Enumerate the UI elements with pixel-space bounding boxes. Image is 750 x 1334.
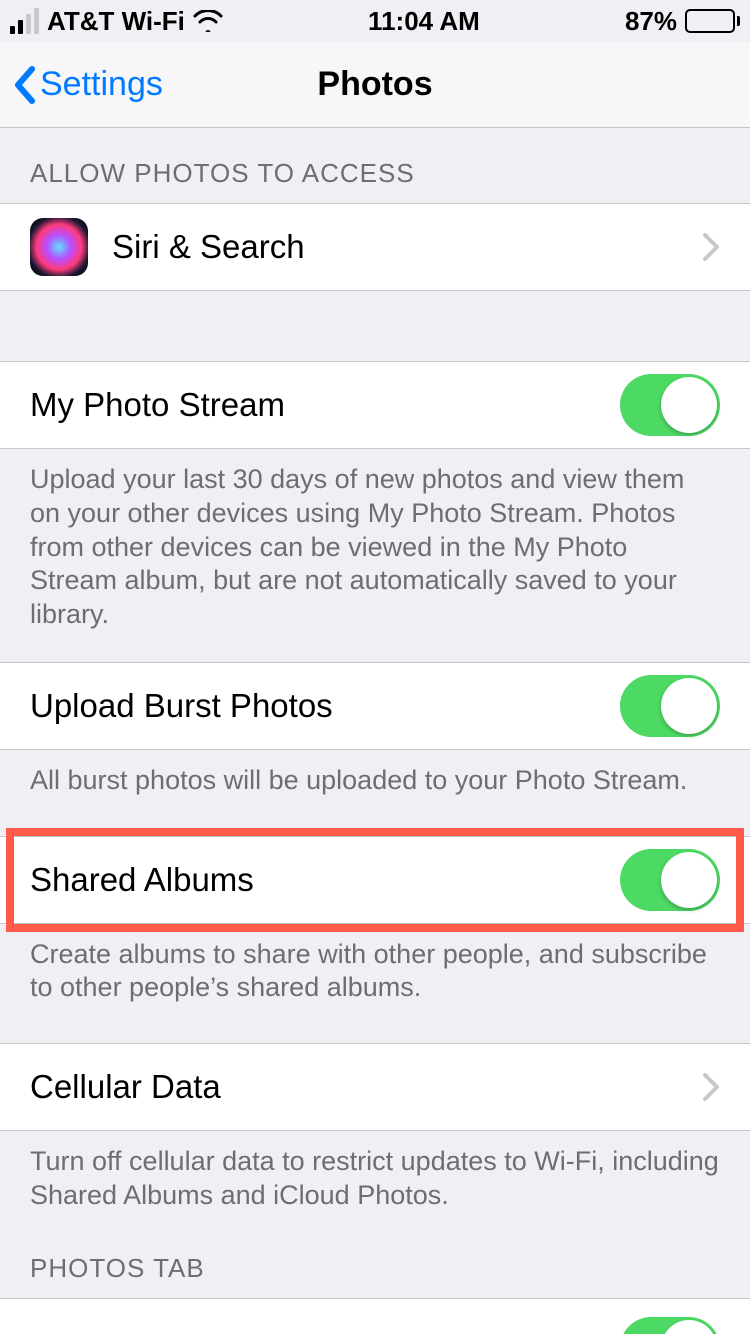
my-photo-stream-row: My Photo Stream: [0, 361, 750, 449]
siri-icon: [30, 218, 88, 276]
status-time: 11:04 AM: [368, 6, 480, 37]
cellular-data-row[interactable]: Cellular Data: [0, 1043, 750, 1131]
upload-burst-row: Upload Burst Photos: [0, 662, 750, 750]
cellular-data-footer: Turn off cellular data to restrict updat…: [0, 1131, 750, 1243]
next-row-peek: [0, 1298, 750, 1334]
back-label: Settings: [40, 65, 163, 104]
section-header-photos-tab: PHOTOS TAB: [0, 1243, 750, 1298]
battery-pct-label: 87%: [625, 6, 677, 37]
my-photo-stream-footer: Upload your last 30 days of new photos a…: [0, 449, 750, 662]
upload-burst-label: Upload Burst Photos: [30, 687, 596, 725]
siri-search-row[interactable]: Siri & Search: [0, 203, 750, 291]
chevron-left-icon: [12, 65, 36, 105]
wifi-icon: [193, 10, 223, 32]
shared-albums-footer: Create albums to share with other people…: [0, 924, 750, 1044]
section-header-access: ALLOW PHOTOS TO ACCESS: [0, 128, 750, 203]
siri-search-label: Siri & Search: [112, 228, 678, 266]
cellular-data-label: Cellular Data: [30, 1068, 678, 1106]
upload-burst-footer: All burst photos will be uploaded to you…: [0, 750, 750, 836]
status-bar: AT&T Wi-Fi 11:04 AM 87%: [0, 0, 750, 42]
my-photo-stream-label: My Photo Stream: [30, 386, 596, 424]
nav-bar: Settings Photos: [0, 42, 750, 128]
shared-albums-toggle[interactable]: [620, 849, 720, 911]
chevron-right-icon: [702, 232, 720, 262]
shared-albums-row: Shared Albums: [0, 836, 750, 924]
chevron-right-icon: [702, 1072, 720, 1102]
upload-burst-toggle[interactable]: [620, 675, 720, 737]
back-button[interactable]: Settings: [0, 65, 163, 105]
my-photo-stream-toggle[interactable]: [620, 374, 720, 436]
carrier-label: AT&T Wi-Fi: [47, 6, 185, 37]
next-row-toggle-peek[interactable]: [620, 1317, 720, 1334]
cellular-signal-icon: [10, 8, 39, 34]
battery-icon: [685, 9, 740, 33]
shared-albums-label: Shared Albums: [30, 861, 596, 899]
